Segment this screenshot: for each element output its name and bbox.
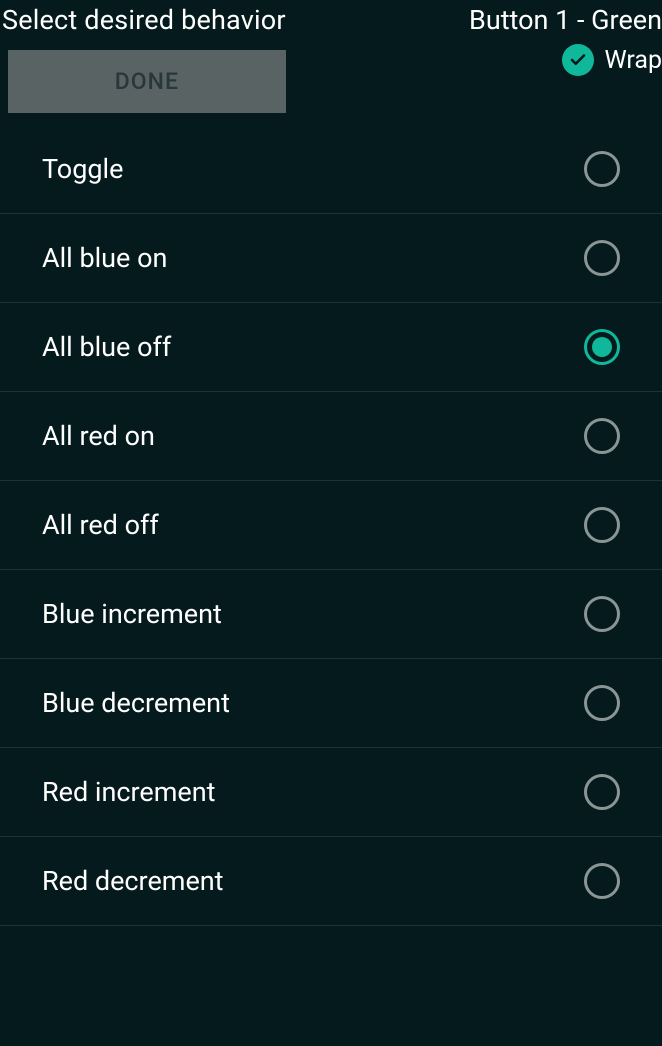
option-row[interactable]: All red off xyxy=(0,481,662,570)
option-label: All red off xyxy=(42,509,159,541)
option-row[interactable]: Toggle xyxy=(0,125,662,214)
radio-button[interactable] xyxy=(584,774,620,810)
option-label: Red increment xyxy=(42,776,215,808)
header-left: Select desired behavior DONE xyxy=(0,4,286,113)
radio-button[interactable] xyxy=(584,507,620,543)
option-label: Red decrement xyxy=(42,865,224,897)
done-button[interactable]: DONE xyxy=(8,50,286,113)
wrap-checkbox[interactable] xyxy=(562,44,594,76)
option-row[interactable]: Red increment xyxy=(0,748,662,837)
radio-inner xyxy=(592,337,612,357)
option-label: All red on xyxy=(42,420,155,452)
option-row[interactable]: All blue on xyxy=(0,214,662,303)
wrap-checkbox-row[interactable]: Wrap xyxy=(562,44,662,76)
radio-button[interactable] xyxy=(584,151,620,187)
option-row[interactable]: Blue decrement xyxy=(0,659,662,748)
header-right: Button 1 - Green Wrap xyxy=(469,4,662,76)
radio-button[interactable] xyxy=(584,685,620,721)
option-label: Blue decrement xyxy=(42,687,230,719)
radio-button[interactable] xyxy=(584,329,620,365)
option-label: Blue increment xyxy=(42,598,222,630)
options-list: Toggle All blue on All blue off All red on A… xyxy=(0,125,662,926)
page-subtitle: Button 1 - Green xyxy=(469,4,662,36)
option-row[interactable]: Blue increment xyxy=(0,570,662,659)
option-row[interactable]: All blue off xyxy=(0,303,662,392)
option-row[interactable]: All red on xyxy=(0,392,662,481)
header: Select desired behavior DONE Button 1 - … xyxy=(0,0,662,113)
option-label: All blue on xyxy=(42,242,167,274)
option-label: All blue off xyxy=(42,331,171,363)
radio-button[interactable] xyxy=(584,240,620,276)
option-row[interactable]: Red decrement xyxy=(0,837,662,926)
radio-button[interactable] xyxy=(584,863,620,899)
wrap-label: Wrap xyxy=(604,46,662,75)
page-title: Select desired behavior xyxy=(0,4,286,36)
radio-button[interactable] xyxy=(584,418,620,454)
radio-button[interactable] xyxy=(584,596,620,632)
check-icon xyxy=(569,51,587,69)
option-label: Toggle xyxy=(42,153,123,185)
